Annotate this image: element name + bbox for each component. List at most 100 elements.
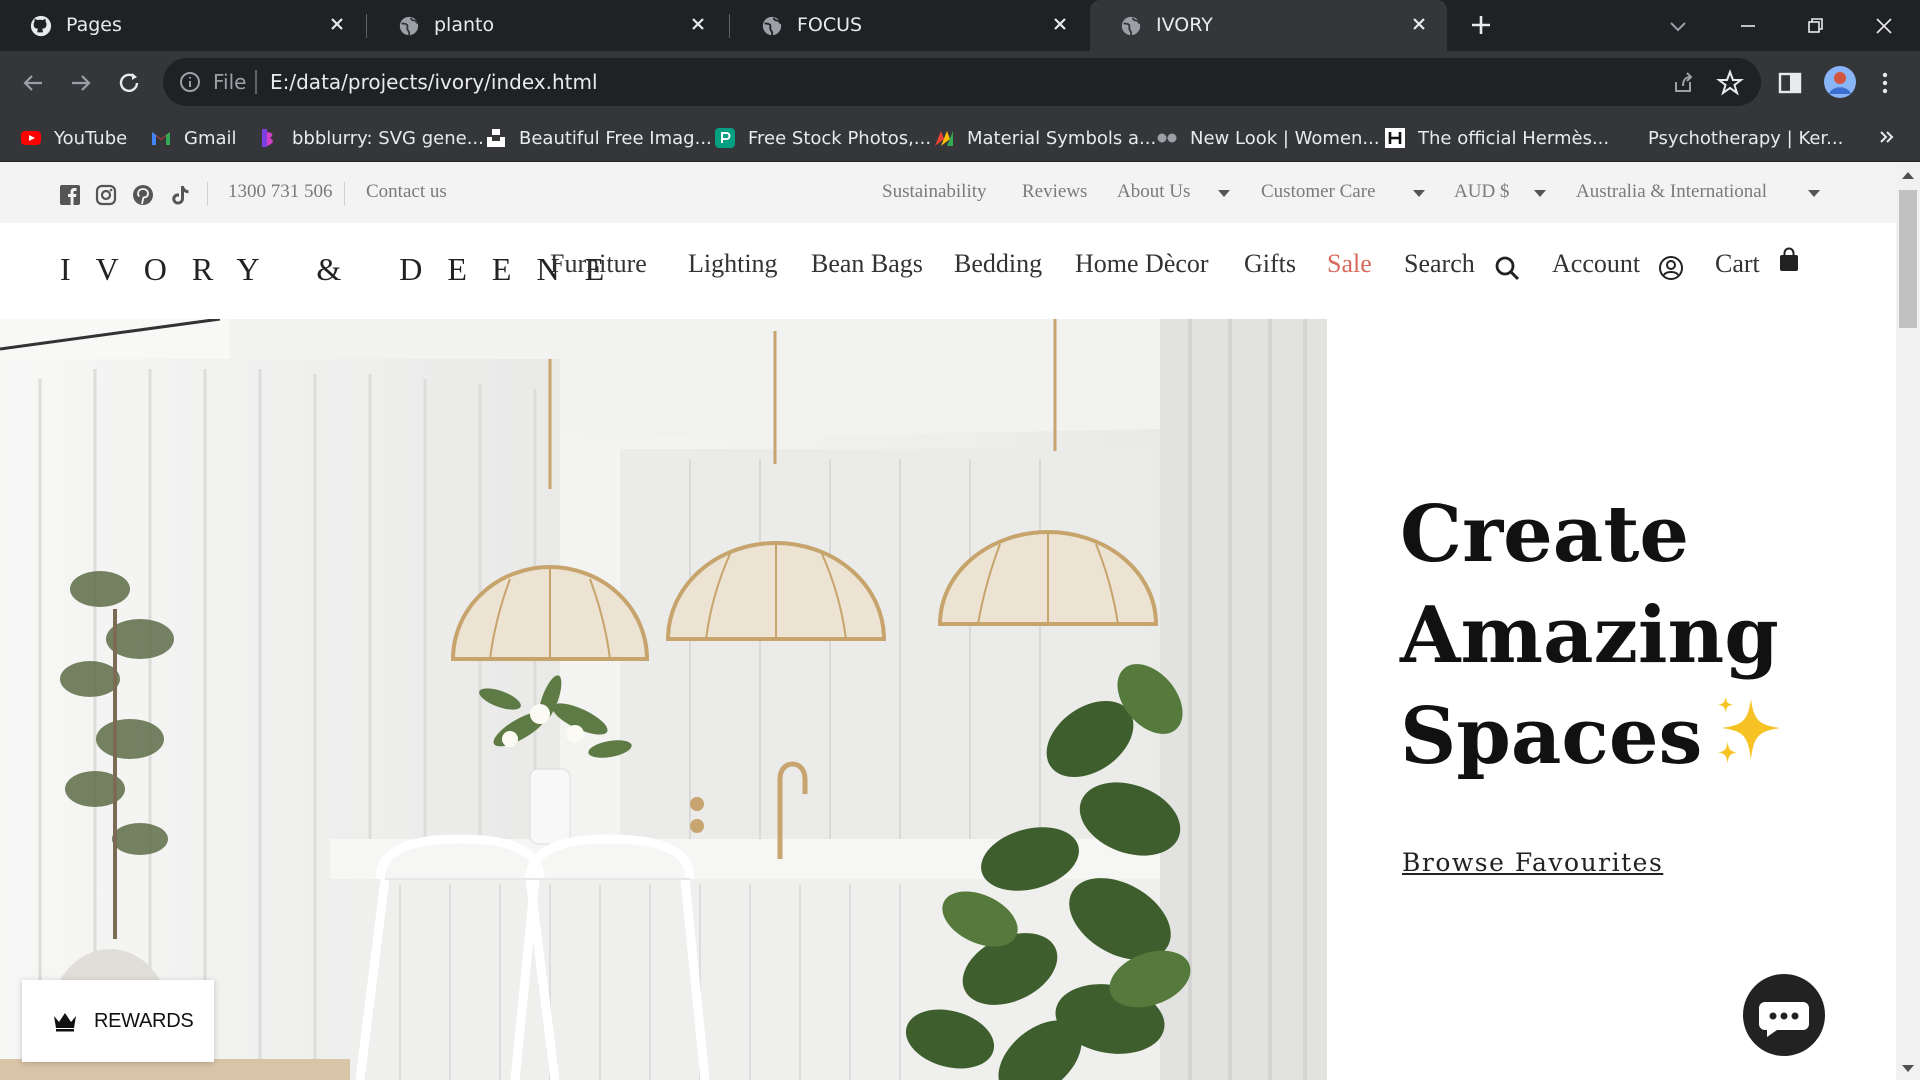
sustainability-link[interactable]: Sustainability — [882, 181, 987, 203]
nav-sale[interactable]: Sale — [1327, 249, 1372, 279]
nav-home-decor[interactable]: Home Dècor — [1075, 249, 1209, 279]
bookmark-hermes[interactable]: The official Hermès... — [1384, 124, 1609, 152]
back-icon[interactable] — [18, 68, 48, 98]
account-icon[interactable] — [1658, 255, 1684, 281]
bookmark-gmail[interactable]: Gmail — [150, 124, 237, 152]
scroll-down-icon[interactable] — [1901, 1064, 1915, 1074]
restore-icon[interactable] — [1801, 12, 1829, 40]
tab-search-icon[interactable] — [1664, 12, 1692, 40]
utility-divider — [207, 182, 208, 206]
crown-icon — [54, 1013, 76, 1032]
url-text[interactable]: E:/data/projects/ivory/index.html — [270, 70, 598, 94]
bookmark-label: The official Hermès... — [1418, 127, 1610, 149]
shopping-bag-icon[interactable] — [1776, 247, 1802, 273]
tiktok-icon[interactable] — [169, 184, 191, 206]
facebook-icon[interactable] — [59, 184, 81, 206]
tab-pages[interactable]: Pages — [0, 0, 365, 51]
close-tab-icon[interactable] — [688, 14, 708, 34]
bookmark-psychotherapy[interactable]: Psychotherapy | Ker... — [1648, 124, 1843, 152]
chat-bubble-icon — [1759, 1002, 1809, 1037]
tab-divider — [729, 14, 730, 38]
nav-gifts[interactable]: Gifts — [1244, 249, 1296, 279]
reload-icon[interactable] — [114, 68, 144, 98]
tab-title: FOCUS — [797, 14, 863, 36]
pinterest-icon[interactable] — [132, 184, 154, 206]
chevron-down-icon[interactable] — [1534, 190, 1546, 197]
site-logo[interactable]: IVORY & DEENE — [60, 251, 629, 288]
browser-tab-strip: Pages planto FOCUS IVORY — [0, 0, 1920, 51]
globe-icon — [762, 16, 782, 36]
bookmark-newlook[interactable]: New Look | Women... — [1156, 124, 1380, 152]
sparkles-icon — [1718, 696, 1781, 764]
nav-bedding[interactable]: Bedding — [954, 249, 1042, 279]
gmail-icon — [152, 132, 170, 145]
newlook-icon — [1157, 133, 1177, 143]
side-panel-icon[interactable] — [1775, 68, 1805, 98]
scrollbar-thumb[interactable] — [1899, 190, 1917, 328]
bookmark-material-symbols[interactable]: Material Symbols a... — [933, 124, 1156, 152]
utility-divider — [344, 182, 345, 206]
profile-avatar[interactable] — [1823, 65, 1857, 99]
kebab-menu-icon[interactable] — [1870, 68, 1900, 98]
pexels-icon — [715, 128, 735, 148]
nav-search[interactable]: Search — [1404, 249, 1475, 279]
contact-us-link[interactable]: Contact us — [366, 181, 447, 203]
close-tab-icon[interactable] — [1409, 14, 1429, 34]
tab-planto[interactable]: planto — [368, 0, 726, 51]
unsplash-icon — [487, 129, 505, 147]
region-selector[interactable]: Australia & International — [1576, 181, 1767, 203]
webpage: 1300 731 506 Contact us Sustainability R… — [0, 162, 1896, 1080]
bookmark-label: Free Stock Photos,... — [748, 127, 932, 149]
hermes-icon — [1385, 128, 1405, 148]
utility-bar: 1300 731 506 Contact us Sustainability R… — [0, 162, 1896, 223]
search-icon[interactable] — [1494, 255, 1520, 281]
rewards-label: REWARDS — [94, 1009, 194, 1032]
minimize-icon[interactable] — [1734, 12, 1762, 40]
hero-image — [0, 319, 1327, 1080]
hero-copy: Create Amazing Spaces — [1400, 484, 1788, 787]
omnibox-divider — [255, 70, 257, 94]
close-window-icon[interactable] — [1870, 12, 1898, 40]
tab-title: Pages — [66, 14, 122, 36]
nav-furniture[interactable]: Furniture — [550, 249, 647, 279]
more-bookmarks-icon[interactable] — [1876, 126, 1898, 148]
chevron-down-icon[interactable] — [1808, 190, 1820, 197]
hero-title: Create Amazing Spaces — [1400, 484, 1788, 787]
chevron-down-icon[interactable] — [1218, 190, 1230, 197]
site-info-icon[interactable] — [178, 70, 202, 94]
scroll-up-icon[interactable] — [1901, 170, 1915, 180]
hero-title-line: Amazing — [1400, 590, 1779, 681]
bookmark-unsplash[interactable]: Beautiful Free Imag... — [485, 124, 712, 152]
nav-account[interactable]: Account — [1552, 249, 1640, 279]
tab-focus[interactable]: FOCUS — [731, 0, 1088, 51]
nav-lighting[interactable]: Lighting — [688, 249, 778, 279]
currency-selector[interactable]: AUD $ — [1454, 181, 1509, 203]
close-tab-icon[interactable] — [1050, 14, 1070, 34]
hero-title-line: Create — [1400, 489, 1689, 580]
bookmark-youtube[interactable]: YouTube — [20, 124, 127, 152]
reviews-link[interactable]: Reviews — [1022, 181, 1087, 203]
bbblurry-icon — [262, 129, 273, 147]
chat-button[interactable] — [1743, 974, 1825, 1056]
close-tab-icon[interactable] — [327, 14, 347, 34]
about-us-link[interactable]: About Us — [1117, 181, 1190, 203]
forward-icon[interactable] — [66, 68, 96, 98]
share-icon[interactable] — [1668, 68, 1698, 98]
phone-number[interactable]: 1300 731 506 — [228, 181, 333, 203]
customer-care-link[interactable]: Customer Care — [1261, 181, 1376, 203]
main-navigation: IVORY & DEENE Furniture Lighting Bean Ba… — [0, 223, 1896, 319]
bookmark-bbblurry[interactable]: bbblurry: SVG gene... — [258, 124, 484, 152]
browse-favourites-link[interactable]: Browse Favourites — [1402, 848, 1663, 877]
nav-cart[interactable]: Cart — [1715, 249, 1760, 279]
bookmark-pexels[interactable]: Free Stock Photos,... — [714, 124, 931, 152]
instagram-icon[interactable] — [95, 184, 117, 206]
bookmark-label: bbblurry: SVG gene... — [292, 127, 484, 149]
bookmark-star-icon[interactable] — [1715, 68, 1745, 98]
rewards-button[interactable]: REWARDS — [22, 980, 214, 1062]
bookmark-label: Beautiful Free Imag... — [519, 127, 712, 149]
new-tab-icon[interactable] — [1468, 12, 1494, 38]
tab-ivory[interactable]: IVORY — [1090, 0, 1447, 51]
chevron-down-icon[interactable] — [1413, 190, 1425, 197]
bookmark-label: Gmail — [184, 127, 237, 149]
nav-bean-bags[interactable]: Bean Bags — [811, 249, 923, 279]
